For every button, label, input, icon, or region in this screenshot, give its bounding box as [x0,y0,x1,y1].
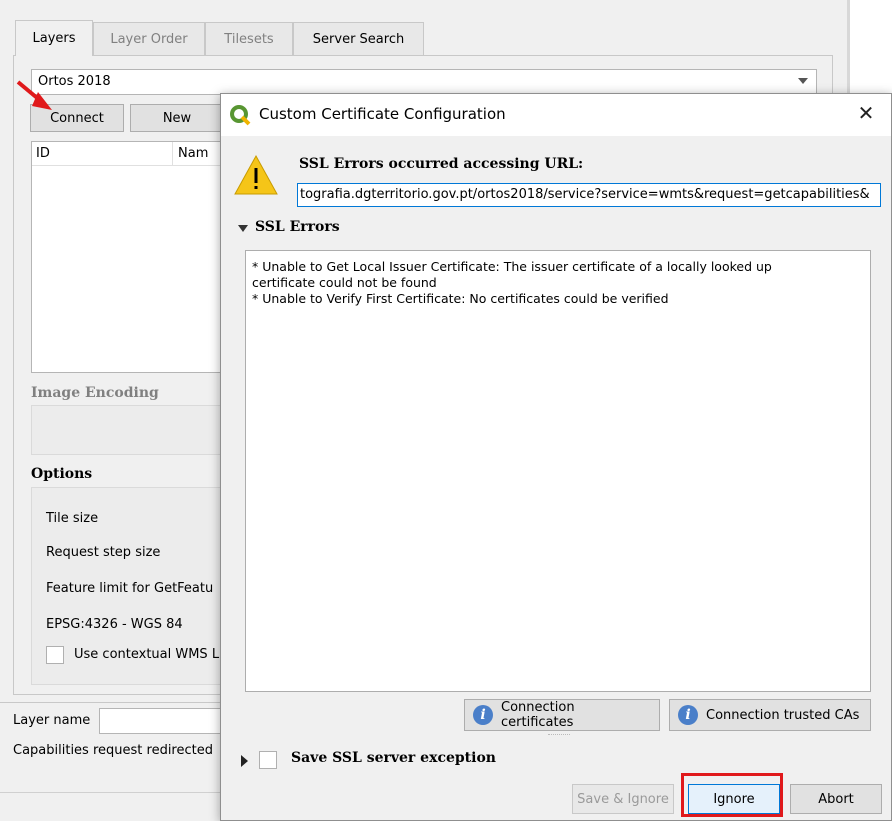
new-button[interactable]: New [130,104,224,132]
layers-table[interactable]: ID Nam [31,141,231,373]
error-line: * Unable to Verify First Certificate: No… [252,291,669,306]
connection-certificates-label: Connection certificates [501,700,575,730]
qgis-logo-icon [230,105,251,126]
image-encoding-group [31,405,231,455]
capabilities-label: Capabilities request redirected [13,743,213,758]
splitter-handle[interactable] [548,734,570,738]
options-title: Options [31,466,93,482]
column-divider [172,142,173,166]
connection-combo[interactable]: Ortos 2018 [31,69,817,95]
connection-trusted-cas-button[interactable]: i Connection trusted CAs [669,699,871,731]
tab-server-search[interactable]: Server Search [293,22,424,56]
table-header: ID Nam [32,142,230,166]
request-step-size-label: Request step size [46,545,161,560]
tab-layers[interactable]: Layers [15,20,93,56]
tab-label: Tilesets [224,32,274,47]
save-exception-label: Save SSL server exception [291,750,496,766]
image-encoding-title: Image Encoding [31,385,159,401]
abort-button[interactable]: Abort [790,784,882,814]
contextual-label: Use contextual WMS L [74,647,220,662]
tab-layer-order[interactable]: Layer Order [93,22,205,56]
tab-label: Server Search [312,32,405,47]
error-line: * Unable to Get Local Issuer Certificate… [252,259,772,274]
save-ignore-label: Save & Ignore [577,791,669,807]
abort-label: Abort [818,791,854,807]
error-line: certificate could not be found [252,275,437,290]
collapse-triangle-icon[interactable] [238,225,248,232]
ssl-errors-heading: SSL Errors occurred accessing URL: [299,156,584,172]
ssl-errors-section-label[interactable]: SSL Errors [255,219,340,235]
ssl-errors-textbox[interactable]: * Unable to Get Local Issuer Certificate… [245,250,871,692]
new-button-label: New [162,110,192,126]
url-field[interactable]: tografia.dgterritorio.gov.pt/ortos2018/s… [297,183,881,207]
feature-limit-label: Feature limit for GetFeatu [46,581,214,596]
custom-certificate-dialog: Custom Certificate Configuration ✕ SSL E… [220,93,892,821]
dialog-title: Custom Certificate Configuration [259,105,506,123]
red-highlight-box [681,773,783,817]
tab-tilesets[interactable]: Tilesets [205,22,293,56]
red-arrow-annotation [16,80,52,110]
column-header-name[interactable]: Nam [178,146,208,161]
connection-trusted-cas-label: Connection trusted CAs [706,707,860,723]
expand-triangle-icon[interactable] [241,755,248,767]
info-icon: i [473,705,493,725]
connection-certificates-button[interactable]: i Connection certificates [464,699,660,731]
tab-label: Layer Order [110,32,188,47]
warning-icon [234,154,278,195]
close-icon[interactable]: ✕ [855,102,877,124]
chevron-down-icon [798,78,808,84]
contextual-checkbox[interactable] [46,646,64,664]
save-ignore-button[interactable]: Save & Ignore [572,784,674,814]
layer-name-input[interactable] [99,708,229,734]
save-exception-checkbox[interactable] [259,751,277,769]
column-header-id[interactable]: ID [36,146,50,161]
info-icon: i [678,705,698,725]
crs-label: EPSG:4326 - WGS 84 [46,617,183,632]
tile-size-label: Tile size [46,511,99,526]
dialog-titlebar[interactable]: Custom Certificate Configuration ✕ [221,94,891,136]
tab-label: Layers [32,31,76,46]
layer-name-label: Layer name [13,713,91,728]
connect-button-label: Connect [50,110,104,126]
